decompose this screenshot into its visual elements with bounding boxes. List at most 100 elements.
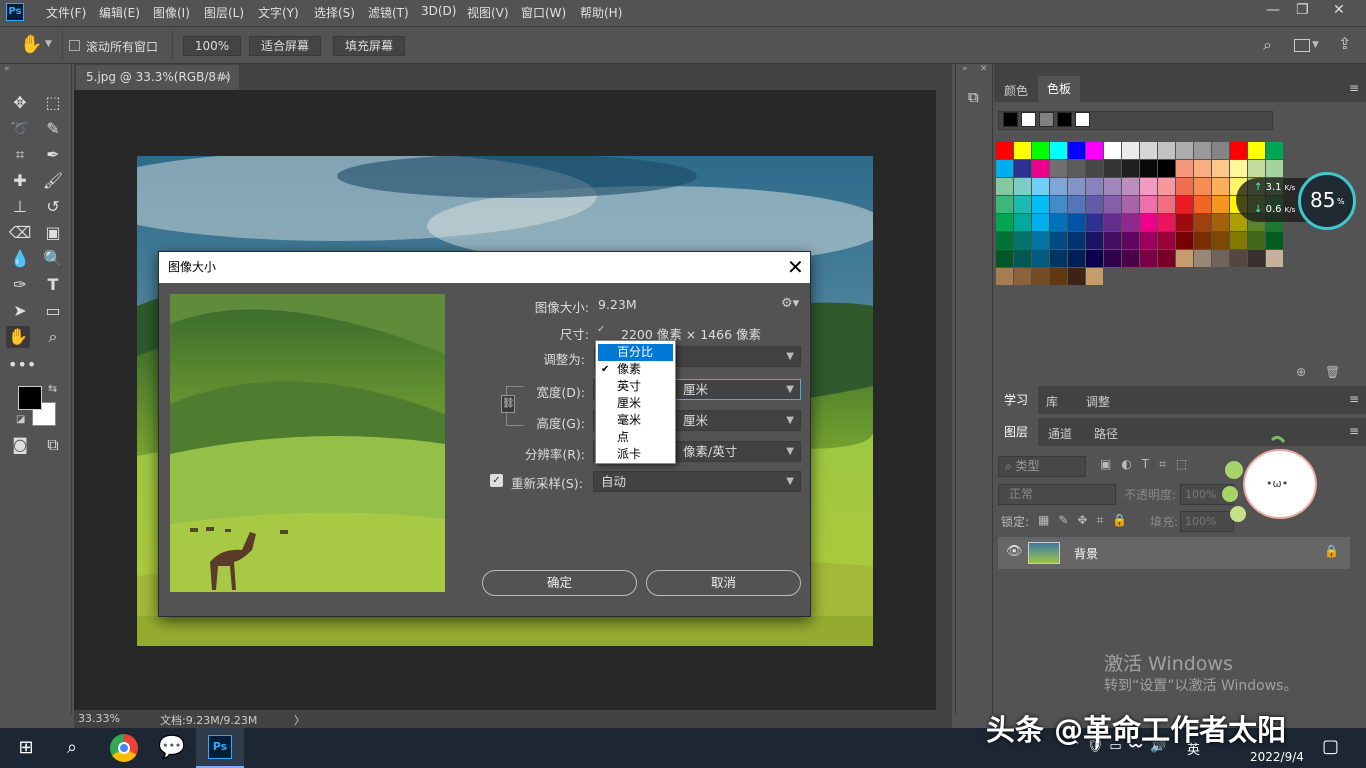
color-swatch[interactable] — [1122, 232, 1139, 249]
color-swatch[interactable] — [1176, 196, 1193, 213]
color-swatch[interactable] — [1158, 178, 1175, 195]
resample-checkbox[interactable]: ✓ — [490, 474, 503, 487]
color-swatch[interactable] — [1176, 178, 1193, 195]
color-swatch[interactable] — [1068, 142, 1085, 159]
unit-option-pixels[interactable]: ✔ 像素 — [598, 361, 673, 378]
color-swatch[interactable] — [1104, 214, 1121, 231]
color-swatch[interactable] — [1032, 268, 1049, 285]
color-swatch[interactable] — [1032, 214, 1049, 231]
color-swatch[interactable] — [1140, 214, 1157, 231]
layer-filter-icons[interactable]: ▣◐T⌗⬚ — [1100, 457, 1197, 472]
clone-stamp-tool-icon[interactable]: ⊥ — [8, 196, 32, 218]
panel-menu-icon[interactable]: ≡ — [1349, 424, 1359, 438]
vertical-scrollbar[interactable] — [936, 90, 952, 710]
notification-icon[interactable]: ▢ — [1322, 736, 1339, 757]
color-swatch[interactable] — [996, 232, 1013, 249]
layer-row-background[interactable]: 👁 背景 🔒 — [998, 537, 1350, 569]
color-swatch[interactable] — [1248, 142, 1265, 159]
color-swatch[interactable] — [996, 214, 1013, 231]
color-swatch[interactable] — [1158, 250, 1175, 267]
gradient-tool-icon[interactable]: ▣ — [41, 222, 65, 244]
tab-color[interactable]: 颜色 — [1004, 82, 1028, 99]
tab-layers[interactable]: 图层 — [994, 418, 1038, 446]
foreground-color-swatch[interactable] — [18, 386, 42, 410]
unit-option-cm[interactable]: 厘米 — [598, 395, 673, 412]
recent-swatch[interactable] — [1003, 112, 1018, 127]
ok-button[interactable]: 确定 — [482, 570, 637, 596]
color-swatch[interactable] — [1194, 196, 1211, 213]
height-unit-select[interactable]: 厘米 ▼ — [675, 410, 801, 431]
tab-paths[interactable]: 路径 — [1094, 425, 1118, 442]
layer-filter-select[interactable]: ⌕ 类型 — [998, 456, 1086, 477]
color-swatch[interactable] — [1266, 142, 1283, 159]
panel-menu-icon[interactable]: ≡ — [1349, 392, 1359, 406]
color-swatch[interactable] — [1068, 250, 1085, 267]
color-swatch[interactable] — [1176, 142, 1193, 159]
color-swatch[interactable] — [1086, 178, 1103, 195]
color-swatch[interactable] — [1050, 250, 1067, 267]
color-swatch[interactable] — [1140, 232, 1157, 249]
move-tool-icon[interactable]: ✥ — [8, 92, 32, 114]
type-tool-icon[interactable]: T — [41, 274, 65, 296]
color-swatch[interactable] — [1068, 160, 1085, 177]
color-swatch[interactable] — [1032, 196, 1049, 213]
rectangle-tool-icon[interactable]: ▭ — [41, 300, 65, 322]
color-swatch[interactable] — [1212, 142, 1229, 159]
unit-option-percent[interactable]: 百分比 — [598, 344, 673, 361]
color-swatch[interactable] — [1014, 268, 1031, 285]
color-swatch[interactable] — [1104, 232, 1121, 249]
share-icon[interactable]: ⇪ — [1338, 34, 1351, 53]
color-swatch[interactable] — [1014, 160, 1031, 177]
color-swatch[interactable] — [1068, 214, 1085, 231]
recent-swatch[interactable] — [1075, 112, 1090, 127]
color-swatch[interactable] — [1122, 196, 1139, 213]
layer-name[interactable]: 背景 — [1074, 545, 1098, 562]
document-tab-close-icon[interactable]: ✕ — [221, 65, 230, 90]
blend-mode-select[interactable]: 正常 — [998, 484, 1116, 505]
color-swatch[interactable] — [1212, 178, 1229, 195]
color-swatch[interactable] — [1248, 232, 1265, 249]
recent-swatch[interactable] — [1057, 112, 1072, 127]
color-swatch[interactable] — [1212, 214, 1229, 231]
document-tab[interactable]: 5.jpg @ 33.3%(RGB/8#) ✕ — [76, 65, 239, 90]
crop-tool-icon[interactable]: ⌗ — [8, 144, 32, 166]
color-swatch[interactable] — [1158, 196, 1175, 213]
gear-icon[interactable]: ⚙▾ — [781, 296, 799, 311]
color-swatch[interactable] — [1176, 250, 1193, 267]
color-swatch[interactable] — [1086, 160, 1103, 177]
hand-tool-preset-icon[interactable]: ✋ — [20, 34, 42, 55]
color-swatch[interactable] — [1104, 178, 1121, 195]
chevron-down-icon[interactable]: ▼ — [1312, 40, 1319, 50]
brush-tool-icon[interactable]: 🖌 — [41, 170, 65, 192]
dialog-close-button[interactable]: ✕ — [787, 255, 804, 279]
color-swatch[interactable] — [1050, 232, 1067, 249]
menu-view[interactable]: 视图(V) — [467, 4, 509, 21]
resample-select[interactable]: 自动 ▼ — [593, 471, 801, 492]
color-swatch[interactable] — [1194, 142, 1211, 159]
color-swatch[interactable] — [1194, 160, 1211, 177]
color-swatch[interactable] — [1158, 214, 1175, 231]
color-swatch[interactable] — [1050, 178, 1067, 195]
color-swatch[interactable] — [1086, 214, 1103, 231]
color-swatch[interactable] — [1122, 142, 1139, 159]
color-swatch[interactable] — [1086, 142, 1103, 159]
healing-brush-tool-icon[interactable]: ✚ — [8, 170, 32, 192]
color-swatch[interactable] — [996, 250, 1013, 267]
unit-option-points[interactable]: 点 — [598, 429, 673, 446]
color-swatch[interactable] — [1212, 250, 1229, 267]
color-swatch[interactable] — [1068, 196, 1085, 213]
zoom-readout[interactable]: 33.33% — [78, 712, 120, 725]
menu-file[interactable]: 文件(F) — [46, 4, 86, 21]
color-swatch[interactable] — [996, 268, 1013, 285]
color-swatch[interactable] — [1014, 232, 1031, 249]
zoom-100-button[interactable]: 100% — [183, 36, 241, 56]
menu-select[interactable]: 选择(S) — [314, 4, 355, 21]
scroll-all-checkbox[interactable] — [69, 40, 80, 51]
quick-select-tool-icon[interactable]: ✎ — [41, 118, 65, 140]
color-swatch[interactable] — [1014, 142, 1031, 159]
new-swatch-icon[interactable]: ⊕ — [1296, 365, 1306, 379]
color-swatch[interactable] — [1014, 214, 1031, 231]
resolution-unit-select[interactable]: 像素/英寸 ▼ — [675, 441, 801, 462]
color-swatch[interactable] — [1068, 178, 1085, 195]
expand-icon[interactable]: » — [962, 64, 968, 74]
